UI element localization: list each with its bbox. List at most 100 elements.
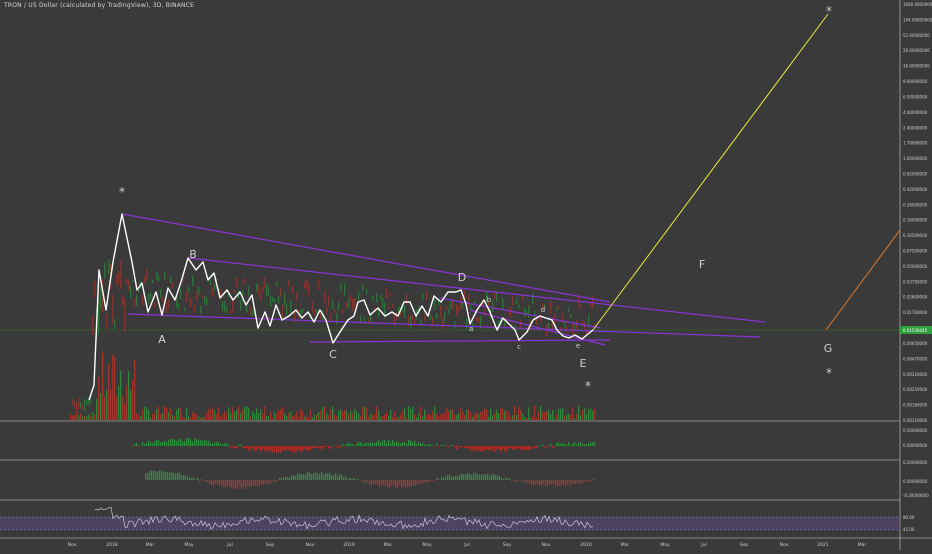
osc2-bar bbox=[399, 480, 401, 486]
osc2-bar bbox=[539, 480, 541, 486]
osc2-bar bbox=[441, 476, 443, 480]
volume-bar bbox=[168, 412, 170, 420]
price-candle bbox=[158, 276, 160, 282]
price-candle bbox=[288, 279, 290, 287]
osc1-bar bbox=[284, 446, 286, 450]
volume-bar bbox=[488, 416, 490, 420]
osc2-bar bbox=[345, 476, 347, 480]
osc2-bar bbox=[213, 480, 215, 486]
osc2-bar bbox=[325, 472, 327, 480]
price-candle bbox=[478, 317, 480, 324]
osc2-bar bbox=[375, 480, 377, 485]
osc1-bar bbox=[370, 442, 372, 446]
osc1-bar bbox=[420, 443, 422, 446]
osc2-bar bbox=[185, 475, 187, 480]
volume-bar bbox=[570, 415, 572, 420]
osc1-bar bbox=[232, 446, 234, 448]
price-candle bbox=[204, 295, 206, 305]
price-candle bbox=[194, 304, 196, 313]
osc1-bar bbox=[368, 443, 370, 446]
projection-line-orange bbox=[825, 229, 901, 331]
volume-bar bbox=[326, 413, 328, 420]
price-candle bbox=[306, 278, 308, 291]
osc1-bar bbox=[394, 442, 396, 446]
price-tick-label: 0.00160000 bbox=[903, 403, 928, 408]
osc2-bar bbox=[381, 480, 383, 486]
osc1-bar bbox=[152, 443, 154, 446]
osc1-bar bbox=[306, 446, 308, 450]
volume-bar bbox=[210, 409, 212, 420]
price-candle bbox=[122, 295, 124, 307]
osc2-bar bbox=[565, 480, 567, 487]
wave-label: d bbox=[541, 306, 545, 314]
price-candle bbox=[78, 397, 80, 410]
volume-bar bbox=[84, 415, 86, 420]
price-candle bbox=[88, 399, 90, 406]
volume-bar bbox=[400, 414, 402, 420]
time-tick-label: 2018 bbox=[106, 542, 118, 548]
time-tick-label: May bbox=[184, 542, 194, 548]
volume-bar bbox=[540, 406, 542, 420]
osc2-bar bbox=[163, 471, 165, 480]
osc2-bar bbox=[153, 471, 155, 480]
price-candle bbox=[274, 298, 276, 304]
osc2-bar bbox=[459, 475, 461, 480]
osc2-bar bbox=[391, 480, 393, 486]
osc2-bar bbox=[523, 480, 525, 483]
wave-label: e bbox=[576, 342, 580, 350]
price-tick-label: 26.00000000 bbox=[903, 48, 930, 53]
channel-line bbox=[309, 339, 611, 343]
osc2-bar bbox=[457, 475, 459, 480]
price-candle bbox=[382, 297, 384, 309]
volume-bar bbox=[578, 406, 580, 420]
volume-bar bbox=[554, 417, 556, 420]
osc1-bar bbox=[304, 446, 306, 449]
price-tick-label: 9.00000000 bbox=[903, 79, 928, 84]
osc2-bar bbox=[499, 476, 501, 480]
osc2-bar bbox=[235, 480, 237, 489]
volume-bar bbox=[356, 411, 358, 420]
volume-bar bbox=[312, 417, 314, 420]
price-candle bbox=[86, 399, 88, 406]
osc2-bar bbox=[255, 480, 257, 486]
price-candle bbox=[184, 307, 186, 312]
osc1-bar bbox=[414, 440, 416, 446]
price-candle bbox=[344, 283, 346, 296]
volume-bar bbox=[138, 415, 140, 420]
price-candle bbox=[314, 309, 316, 316]
volume-bar bbox=[506, 410, 508, 420]
osc2-bar bbox=[241, 480, 243, 490]
volume-bar bbox=[228, 407, 230, 420]
osc2-bar bbox=[543, 480, 545, 485]
osc2-bar bbox=[263, 480, 265, 485]
osc2-bar bbox=[467, 472, 469, 480]
volume-bar bbox=[496, 409, 498, 420]
price-tick-label: 6.50000000 bbox=[903, 94, 928, 99]
price-candle bbox=[372, 295, 374, 301]
osc1-bar bbox=[464, 446, 466, 448]
osc2-bar bbox=[431, 480, 433, 482]
volume-bar bbox=[528, 407, 530, 420]
volume-bar bbox=[144, 406, 146, 420]
osc2-bar bbox=[385, 480, 387, 487]
price-candle bbox=[160, 288, 162, 298]
osc2-bar bbox=[449, 474, 451, 480]
volume-bar bbox=[500, 408, 502, 420]
osc1-bar bbox=[206, 440, 208, 446]
volume-bar bbox=[310, 409, 312, 420]
price-candle bbox=[492, 300, 494, 312]
chart-container[interactable]: TRON / US Dollar (calculated by TradingV… bbox=[0, 0, 932, 550]
chart-svg[interactable]: 1600.00000000 104.00000000 52.00000000 26.0… bbox=[0, 0, 932, 550]
volume-bar bbox=[476, 412, 478, 420]
volume-bar bbox=[146, 407, 148, 420]
osc2-bar bbox=[257, 480, 259, 487]
price-candle bbox=[252, 310, 254, 316]
osc2-bar bbox=[461, 473, 463, 480]
volume-bar bbox=[218, 407, 220, 420]
wave-label: G bbox=[824, 342, 833, 355]
volume-bar bbox=[402, 409, 404, 420]
volume-bar bbox=[222, 414, 224, 420]
osc1-bar bbox=[402, 442, 404, 446]
price-candle bbox=[212, 287, 214, 297]
osc2-bar bbox=[421, 480, 423, 484]
